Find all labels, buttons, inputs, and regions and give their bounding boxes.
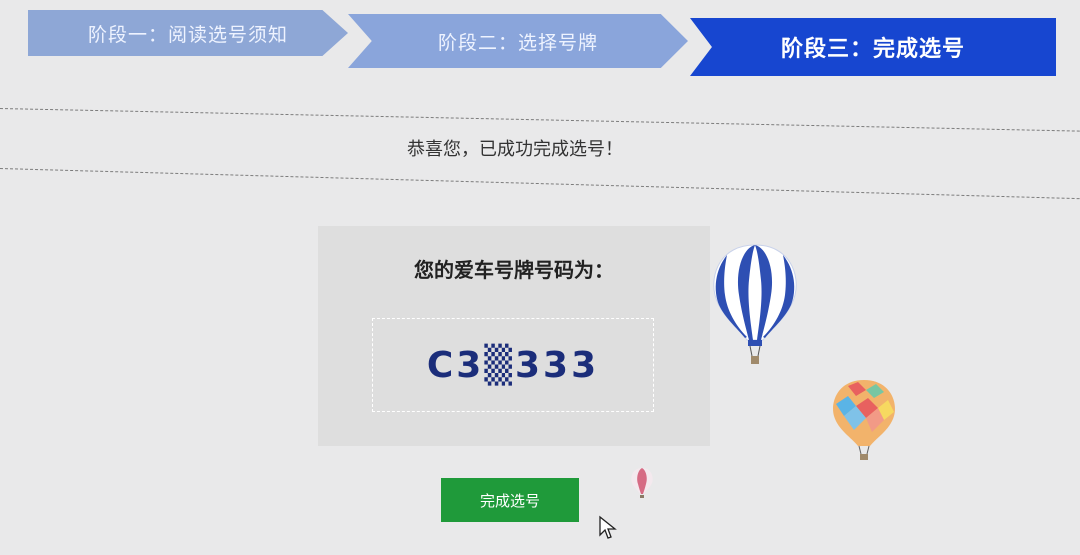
step-1: 阶段一：阅读选号须知 xyxy=(28,10,348,56)
step-3-active: 阶段三：完成选号 xyxy=(690,18,1056,76)
step-2: 阶段二：选择号牌 xyxy=(348,14,688,68)
finish-selection-button[interactable]: 完成选号 xyxy=(441,478,579,522)
plate-number: C3▒333 xyxy=(426,344,600,386)
hot-air-balloon-icon xyxy=(833,380,895,460)
divider-bottom xyxy=(0,168,1080,200)
plate-label: 您的爱车号牌号码为： xyxy=(414,258,614,282)
mouse-cursor-icon xyxy=(599,515,617,539)
step-3-label: 阶段三：完成选号 xyxy=(780,37,965,62)
progress-steps: 阶段一：阅读选号须知 阶段二：选择号牌 阶段三：完成选号 xyxy=(0,0,1080,90)
step-2-label: 阶段二：选择号牌 xyxy=(437,31,598,54)
step-1-label: 阶段一：阅读选号须知 xyxy=(87,23,288,46)
divider-top xyxy=(0,108,1080,132)
hot-air-balloon-icon xyxy=(631,468,653,498)
plate-panel: 您的爱车号牌号码为： C3▒333 xyxy=(318,226,710,446)
plate-box: C3▒333 xyxy=(372,318,654,412)
hot-air-balloon-icon xyxy=(713,244,797,364)
success-message: 恭喜您，已成功完成选号！ xyxy=(407,139,623,160)
